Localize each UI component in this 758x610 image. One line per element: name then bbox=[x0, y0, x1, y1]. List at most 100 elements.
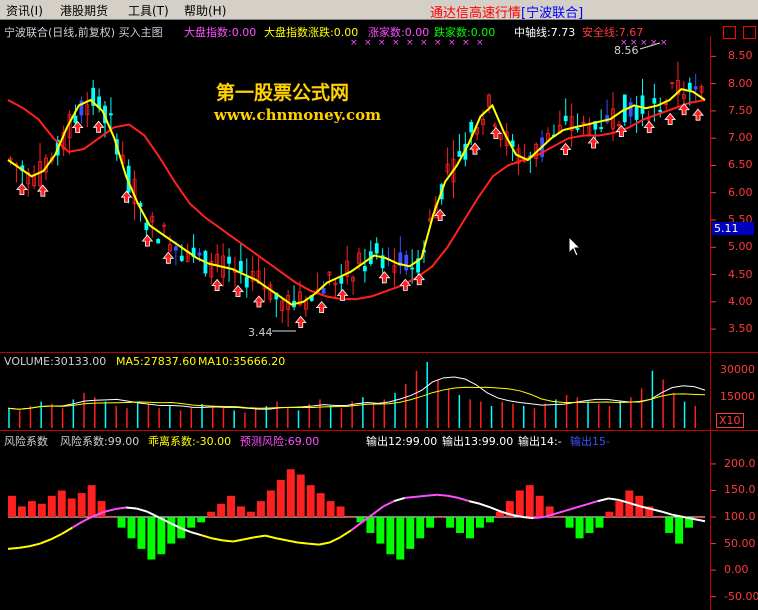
candle-body bbox=[634, 106, 639, 120]
buy-arrow-icon bbox=[413, 273, 426, 286]
risk-bar bbox=[615, 501, 624, 518]
risk-bar bbox=[436, 517, 445, 519]
risk-line-segment bbox=[576, 503, 588, 509]
stock-chart[interactable]: × × × × × × × × × × × × × × × bbox=[0, 0, 758, 610]
risk-bar bbox=[227, 495, 236, 518]
candle-body bbox=[227, 256, 231, 264]
risk-bar bbox=[555, 517, 564, 519]
risk-bar bbox=[376, 517, 385, 544]
candle-body bbox=[73, 115, 78, 123]
risk-bar bbox=[665, 517, 674, 533]
risk-bar bbox=[475, 517, 484, 528]
signal-marker: × bbox=[364, 38, 372, 48]
risk-line-segment bbox=[29, 542, 41, 548]
buy-arrow-icon bbox=[36, 184, 49, 197]
risk-bar bbox=[585, 517, 594, 533]
risk-line-segment bbox=[661, 510, 674, 516]
risk-line-segment bbox=[694, 518, 706, 523]
risk-bar bbox=[246, 511, 255, 518]
risk-bar bbox=[167, 517, 176, 544]
candle-body bbox=[599, 127, 604, 129]
risk-line-segment bbox=[382, 500, 395, 508]
risk-bar bbox=[575, 517, 584, 539]
risk-bar bbox=[296, 474, 305, 518]
risk-line-segment bbox=[61, 526, 73, 535]
signal-marker: × bbox=[462, 38, 470, 48]
risk-bar bbox=[515, 490, 524, 518]
buy-arrow-icon bbox=[141, 234, 154, 247]
risk-line-segment bbox=[190, 530, 202, 537]
risk-bar bbox=[157, 517, 166, 555]
signal-marker: × bbox=[640, 38, 648, 48]
risk-line-segment bbox=[565, 506, 577, 512]
risk-bar bbox=[595, 517, 604, 528]
risk-line-segment bbox=[39, 538, 52, 545]
risk-bar bbox=[276, 479, 285, 518]
buy-arrow-icon bbox=[587, 136, 600, 149]
risk-bar bbox=[525, 485, 534, 518]
candle-body bbox=[469, 121, 474, 133]
buy-arrow-icon bbox=[643, 120, 656, 133]
risk-line-segment bbox=[308, 542, 320, 546]
risk-bar bbox=[77, 493, 86, 518]
app-window: 资讯(I) 港股期货 工具(T) 帮助(H) 通达信高速行情[宁波联合] 宁波联… bbox=[0, 0, 758, 610]
buy-arrow-icon bbox=[92, 120, 105, 133]
buy-arrow-icon bbox=[294, 315, 307, 328]
buy-arrow-icon bbox=[315, 301, 328, 314]
risk-line-segment bbox=[522, 516, 534, 520]
risk-line-segment bbox=[371, 505, 384, 516]
risk-line-segment bbox=[297, 541, 309, 545]
buy-arrow-icon bbox=[162, 251, 175, 264]
cursor-arrow-icon bbox=[568, 236, 582, 257]
risk-bar bbox=[67, 498, 76, 518]
risk-bar bbox=[286, 469, 295, 518]
risk-line-segment bbox=[136, 507, 148, 513]
candle-body bbox=[244, 276, 249, 288]
candle-body bbox=[410, 267, 415, 270]
risk-bar bbox=[37, 503, 46, 518]
risk-line-segment bbox=[436, 493, 448, 497]
risk-bar bbox=[386, 517, 395, 555]
candle-body bbox=[321, 287, 326, 294]
risk-bar bbox=[336, 506, 345, 518]
signal-marker: × bbox=[392, 38, 400, 48]
signal-marker: × bbox=[350, 38, 358, 48]
risk-line-segment bbox=[104, 508, 116, 513]
risk-bar bbox=[17, 506, 26, 518]
risk-bar bbox=[256, 501, 265, 518]
risk-bar bbox=[406, 517, 415, 549]
risk-line-segment bbox=[404, 495, 416, 499]
risk-bar bbox=[57, 490, 66, 518]
signal-marker: × bbox=[660, 38, 668, 48]
candle-body bbox=[658, 109, 663, 113]
buy-arrow-icon bbox=[211, 278, 223, 291]
signal-marker: × bbox=[476, 38, 484, 48]
risk-bar bbox=[87, 485, 96, 518]
candle-body bbox=[457, 151, 462, 157]
risk-bar bbox=[306, 485, 315, 518]
buy-arrow-icon bbox=[253, 295, 265, 308]
risk-line-segment bbox=[490, 506, 502, 513]
signal-marker: × bbox=[434, 38, 442, 48]
risk-bar bbox=[207, 511, 216, 518]
risk-bar bbox=[695, 517, 703, 519]
risk-bar bbox=[456, 517, 465, 533]
risk-line-segment bbox=[393, 496, 406, 503]
risk-bar bbox=[107, 517, 116, 519]
risk-line-segment bbox=[243, 536, 255, 541]
candle-body bbox=[652, 98, 657, 104]
risk-line-segment bbox=[426, 493, 438, 497]
risk-line-segment bbox=[7, 546, 19, 550]
candle-body bbox=[109, 113, 113, 116]
risk-bar bbox=[137, 517, 146, 549]
risk-line-segment bbox=[608, 497, 620, 502]
buy-arrow-icon bbox=[615, 124, 628, 137]
risk-line-segment bbox=[50, 533, 63, 541]
risk-bar bbox=[675, 517, 684, 544]
risk-bar bbox=[127, 517, 136, 539]
candle-body bbox=[156, 239, 161, 244]
risk-bar bbox=[485, 517, 494, 523]
risk-line-segment bbox=[286, 539, 298, 544]
volume-ma10-line bbox=[7, 386, 706, 410]
risk-line-segment bbox=[329, 536, 341, 544]
